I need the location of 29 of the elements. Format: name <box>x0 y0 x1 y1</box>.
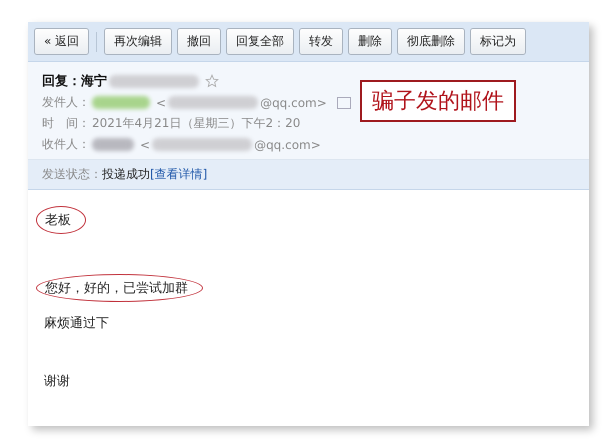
message-line: 老板 <box>45 213 71 228</box>
field-label: 时 间： <box>42 115 90 132</box>
address-bracket: < <box>156 96 166 110</box>
toolbar-button[interactable]: 删除 <box>348 28 392 55</box>
email-domain: @qq.com> <box>254 138 321 152</box>
sent-time: 2021年4月21日（星期三）下午2：20 <box>92 115 300 132</box>
address-bracket: < <box>140 138 150 152</box>
star-icon[interactable] <box>205 74 219 88</box>
email-domain: @qq.com> <box>260 96 327 110</box>
toolbar-button[interactable]: 彻底删除 <box>397 28 466 55</box>
toolbar-button[interactable]: 再次编辑 <box>104 28 172 55</box>
redaction-blur <box>92 138 134 151</box>
message-line: 谢谢 <box>44 373 70 390</box>
annotation-label: 骗子发的邮件 <box>360 80 516 122</box>
contact-card-icon[interactable] <box>336 96 351 108</box>
email-subject: 回复：海宁 <box>42 72 107 90</box>
toolbar-button[interactable]: 转发 <box>299 28 344 55</box>
toolbar-button[interactable]: 回复全部 <box>226 28 294 55</box>
message-line: 您好，好的，已尝试加群 <box>45 281 188 296</box>
status-label: 发送状态： <box>42 167 102 181</box>
redaction-blur <box>92 96 150 109</box>
back-button[interactable]: « 返回 <box>34 28 90 55</box>
field-label: 发件人： <box>42 94 90 111</box>
toolbar-button[interactable]: 标记为 <box>470 28 526 55</box>
details-link[interactable]: [查看详情] <box>150 167 208 181</box>
toolbar-button[interactable]: 撤回 <box>177 28 222 55</box>
field-label: 收件人： <box>42 136 90 153</box>
message-line: 麻烦通过下 <box>44 315 109 332</box>
status-value: 投递成功 <box>102 167 150 181</box>
